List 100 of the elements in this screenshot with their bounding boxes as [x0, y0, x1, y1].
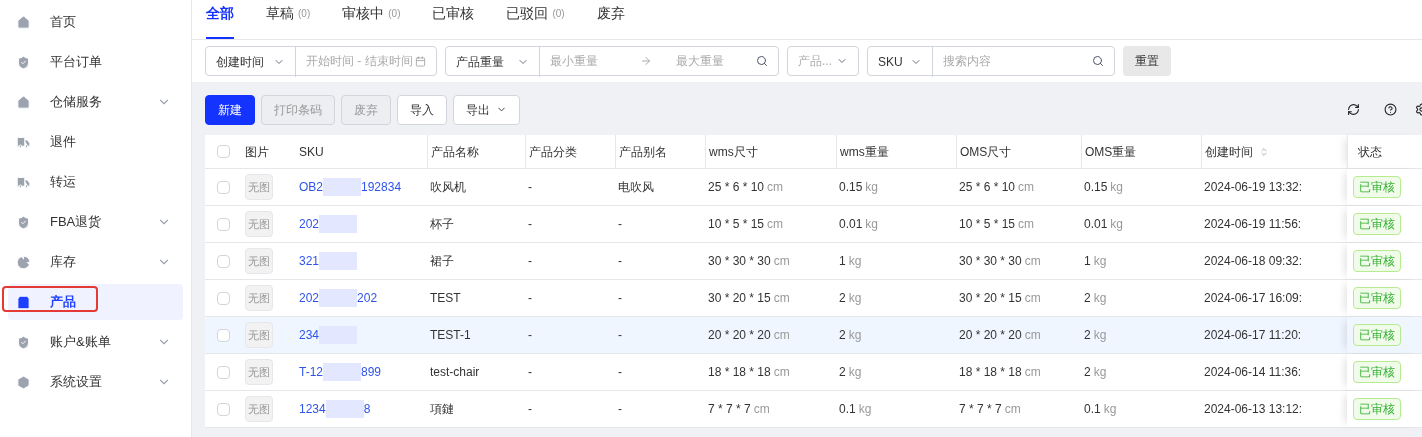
table-cell-text: -: [617, 290, 623, 307]
item-label: 库存: [50, 253, 77, 272]
table-cell-text: 30 * 30 * 30 cm: [958, 253, 1042, 270]
table-row[interactable]: 无图 OB2 192834 吹风机 - 电吹风 25 * 6 * 10 cm 0.15 kg 25 * 6 * 10 cm 0.15 kg 2024-06-19 13:32: 已审核: [205, 169, 1422, 206]
table-cell-text: 2024-06-13 13:12:: [1203, 401, 1304, 418]
status-badge: 已审核: [1353, 324, 1401, 346]
row-checkbox[interactable]: [217, 291, 230, 305]
table-cell-text: 30 * 20 * 15 cm: [958, 290, 1042, 307]
no-image-placeholder: 无图: [245, 322, 273, 348]
table-row[interactable]: 无图 234 TEST-1 - - 20 * 20 * 20 cm 2 kg 20 * 20 * 20 cm 2 kg 2024-06-17 11:20: 已审核: [205, 317, 1422, 354]
row-checkbox[interactable]: [217, 217, 230, 231]
column-header: 图片: [244, 143, 270, 161]
column-header: OMS重量: [1081, 135, 1201, 168]
table-row[interactable]: 无图 321 裙子 - - 30 * 30 * 30 cm 1 kg 30 * 30 * 30 cm 1 kg 2024-06-18 09:32: 已审核: [205, 243, 1422, 280]
table-cell-text: test-chair: [429, 364, 481, 381]
sku-link[interactable]: OB2 192834: [299, 178, 402, 196]
row-checkbox[interactable]: [217, 254, 230, 268]
table-row[interactable]: 无图 202 202 TEST - - 30 * 20 * 15 cm 2 kg 30 * 20 * 15 cm 2 kg 2024-06-17 16:09: 已审核: [205, 280, 1422, 317]
table-cell-text: 杯子: [429, 216, 455, 233]
shield-icon: [16, 214, 31, 230]
table-cell-text: 0.1 kg: [1083, 401, 1118, 418]
sidebar-item[interactable]: 仓储服务: [8, 84, 183, 120]
tab[interactable]: 废弃: [596, 0, 625, 39]
table-cell-text: 2024-06-17 16:09:: [1203, 290, 1304, 307]
tab[interactable]: 草稿 (0): [266, 0, 311, 39]
row-checkbox[interactable]: [217, 180, 230, 194]
table-cell-text: -: [527, 401, 533, 418]
status-badge: 已审核: [1353, 287, 1401, 309]
sort-icon: [1259, 146, 1269, 157]
sidebar-item[interactable]: 系统设置: [8, 364, 183, 400]
table-cell-text: 20 * 20 * 20 cm: [958, 327, 1042, 344]
status-badge: 已审核: [1353, 176, 1401, 198]
table-row[interactable]: 无图 T-12 899 test-chair - - 18 * 18 * 18 cm 2 kg 18 * 18 * 18 cm 2 kg 2024-06-14 11:36: 已审核: [205, 354, 1422, 391]
sidebar-item[interactable]: 账户&账单: [8, 324, 183, 360]
sidebar-item[interactable]: 转运: [8, 164, 183, 200]
refresh-icon[interactable]: [1347, 103, 1360, 116]
table-cell-text: -: [527, 179, 533, 196]
item-label: 首页: [50, 13, 77, 32]
item-label: 退件: [50, 133, 77, 152]
table-cell-text: 2024-06-14 11:36:: [1203, 364, 1303, 381]
item-label: FBA退货: [50, 213, 103, 232]
column-header: 产品名称: [427, 135, 525, 168]
sidebar-item[interactable]: 平台订单: [8, 44, 183, 80]
table-cell-text: 2 kg: [838, 364, 863, 381]
table-cell-text: 18 * 18 * 18 cm: [958, 364, 1042, 381]
table-cell-text: 0.15 kg: [1083, 179, 1125, 196]
help-icon[interactable]: [1384, 103, 1397, 116]
tab[interactable]: 已审核: [432, 0, 475, 39]
row-checkbox[interactable]: [217, 402, 230, 416]
item-label: 平台订单: [50, 53, 103, 72]
table-cell-text: 2 kg: [838, 327, 863, 344]
table-row[interactable]: 无图 202 杯子 - - 10 * 5 * 15 cm 0.01 kg 10 * 5 * 15 cm 0.01 kg 2024-06-19 11:56: 已审核: [205, 206, 1422, 243]
toolbar-button[interactable]: 新建: [205, 94, 255, 125]
row-checkbox[interactable]: [217, 365, 230, 379]
reset-button[interactable]: 重置: [1123, 46, 1171, 76]
table-cell-text: 7 * 7 * 7 cm: [958, 401, 1022, 418]
table-cell-text: TEST: [429, 290, 462, 307]
table-cell-text: 1 kg: [1083, 253, 1108, 270]
table-cell-text: -: [617, 364, 623, 381]
item-label: 账户&账单: [50, 333, 112, 352]
table-cell-text: 2024-06-19 11:56:: [1203, 216, 1303, 233]
status-badge: 已审核: [1353, 361, 1401, 383]
sidebar-item[interactable]: 退件: [8, 124, 183, 160]
sidebar-item[interactable]: 库存: [8, 244, 183, 280]
sidebar-item[interactable]: 首页: [8, 4, 183, 40]
sku-link[interactable]: T-12 899: [299, 363, 382, 381]
shield-icon: [16, 54, 31, 70]
toolbar-button[interactable]: 导入: [397, 94, 447, 125]
toolbar-button[interactable]: 导出: [453, 94, 520, 125]
truck-icon: [16, 134, 31, 150]
bag-icon: [16, 294, 31, 310]
table-row[interactable]: 无图 1234 8 項鏈 - - 7 * 7 * 7 cm 0.1 kg 7 * 7 * 7 cm 0.1 kg 2024-06-13 13:12: 已审核: [205, 391, 1422, 428]
table-cell-text: -: [527, 253, 533, 270]
table-cell-text: -: [617, 401, 623, 418]
table-cell-text: 吹风机: [429, 179, 467, 196]
table-cell-text: TEST-1: [429, 327, 472, 344]
truck-icon: [16, 174, 31, 190]
column-header: wms重量: [836, 135, 956, 168]
table-cell-text: 30 * 30 * 30 cm: [707, 253, 791, 270]
tab[interactable]: 审核中 (0): [342, 0, 401, 39]
sku-link[interactable]: 202 202: [299, 289, 378, 307]
status-badge: 已审核: [1353, 213, 1401, 235]
tab[interactable]: 已驳回 (0): [506, 0, 565, 39]
hexagon-icon: [16, 374, 31, 390]
no-image-placeholder: 无图: [245, 285, 273, 311]
row-checkbox[interactable]: [217, 328, 230, 342]
table-cell-text: 項鏈: [429, 401, 455, 418]
item-label: 转运: [50, 173, 77, 192]
table-cell-text: 18 * 18 * 18 cm: [707, 364, 791, 381]
sidebar-item[interactable]: FBA退货: [8, 204, 183, 240]
column-header: OMS尺寸: [956, 135, 1081, 168]
column-header: wms尺寸: [705, 135, 836, 168]
table-cell-text: 2 kg: [1083, 290, 1108, 307]
column-header[interactable]: 创建时间: [1201, 135, 1347, 168]
table-cell-text: 10 * 5 * 15 cm: [958, 216, 1036, 233]
table-cell-text: -: [527, 216, 533, 233]
row-checkbox[interactable]: [217, 145, 230, 158]
item-label: 系统设置: [50, 373, 103, 392]
column-header: SKU: [298, 143, 325, 161]
table-cell-text: 7 * 7 * 7 cm: [707, 401, 771, 418]
